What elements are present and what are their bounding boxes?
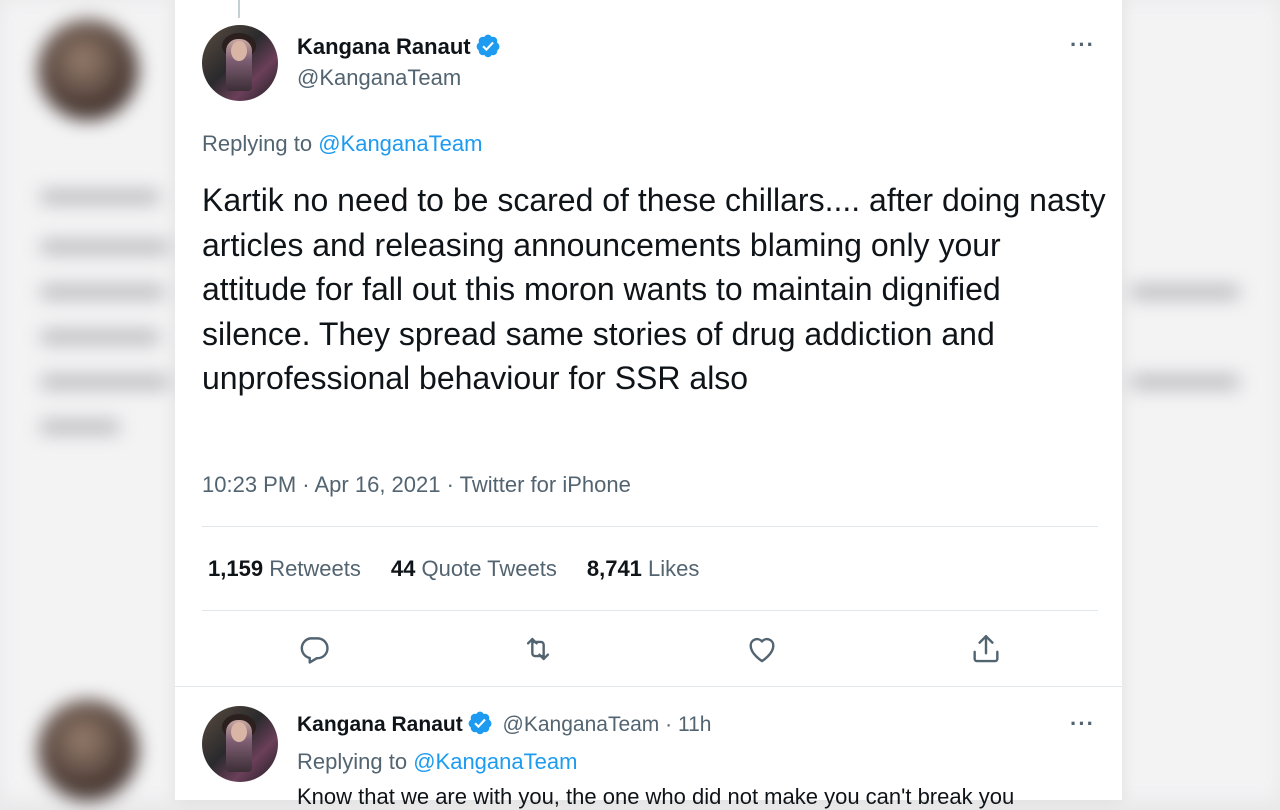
author-name[interactable]: Kangana Ranaut xyxy=(297,33,501,60)
reply-author-handle[interactable]: @KanganaTeam xyxy=(503,713,660,736)
background-text-line xyxy=(1130,285,1240,299)
more-options-icon[interactable]: ··· xyxy=(1070,32,1095,58)
background-avatar xyxy=(38,700,138,800)
background-text-line xyxy=(1130,375,1240,389)
reply-tweet-text: Know that we are with you, the one who d… xyxy=(297,784,1015,809)
reply-replying-to-label: Replying to xyxy=(297,749,408,774)
thread-connector xyxy=(238,0,240,18)
reply-replying-to-mention[interactable]: @KanganaTeam xyxy=(413,749,577,774)
likes-stat[interactable]: 8,741 Likes xyxy=(587,556,700,582)
background-text-line xyxy=(40,240,170,254)
replying-to: Replying to @KanganaTeam xyxy=(202,131,482,157)
author-name-text[interactable]: Kangana Ranaut xyxy=(297,34,471,59)
reply-more-options-icon[interactable]: ··· xyxy=(1070,711,1095,737)
retweet-icon[interactable] xyxy=(521,632,555,666)
retweets-stat[interactable]: 1,159 Retweets xyxy=(208,556,361,582)
background-text-line xyxy=(40,375,170,389)
tweet-text: Kartik no need to be scared of these chi… xyxy=(202,182,1106,396)
tweet-timestamp[interactable]: 10:23 PM · Apr 16, 2021 · Twitter for iP… xyxy=(202,472,631,498)
divider xyxy=(202,526,1098,527)
reply-avatar[interactable] xyxy=(202,706,278,782)
verified-badge-icon xyxy=(476,34,500,58)
background-text-line xyxy=(40,190,160,204)
reply-author[interactable]: Kangana Ranaut @KanganaTeam · 11h xyxy=(297,710,711,737)
tweet-card: Kangana Ranaut @KanganaTeam ··· Replying… xyxy=(175,0,1122,809)
replying-to-label: Replying to xyxy=(202,131,313,156)
background-text-line xyxy=(40,330,160,344)
tweet-stats: 1,159 Retweets 44 Quote Tweets 8,741 Lik… xyxy=(208,556,699,582)
reply-icon[interactable] xyxy=(297,632,331,666)
verified-badge-icon xyxy=(468,711,492,735)
replying-to-mention[interactable]: @KanganaTeam xyxy=(318,131,482,156)
like-icon[interactable] xyxy=(745,632,779,666)
quote-tweets-stat[interactable]: 44 Quote Tweets xyxy=(391,556,557,582)
divider xyxy=(175,686,1122,687)
background-text-line xyxy=(40,285,165,299)
divider xyxy=(202,610,1098,611)
reply-time[interactable]: · 11h xyxy=(665,713,711,736)
share-icon[interactable] xyxy=(969,632,1003,666)
reply-replying-to: Replying to @KanganaTeam xyxy=(297,749,577,775)
author-handle[interactable]: @KanganaTeam xyxy=(297,65,461,91)
background-text-line xyxy=(40,420,120,434)
background-avatar xyxy=(38,20,138,120)
reply-author-name[interactable]: Kangana Ranaut xyxy=(297,713,463,736)
avatar[interactable] xyxy=(202,25,278,101)
